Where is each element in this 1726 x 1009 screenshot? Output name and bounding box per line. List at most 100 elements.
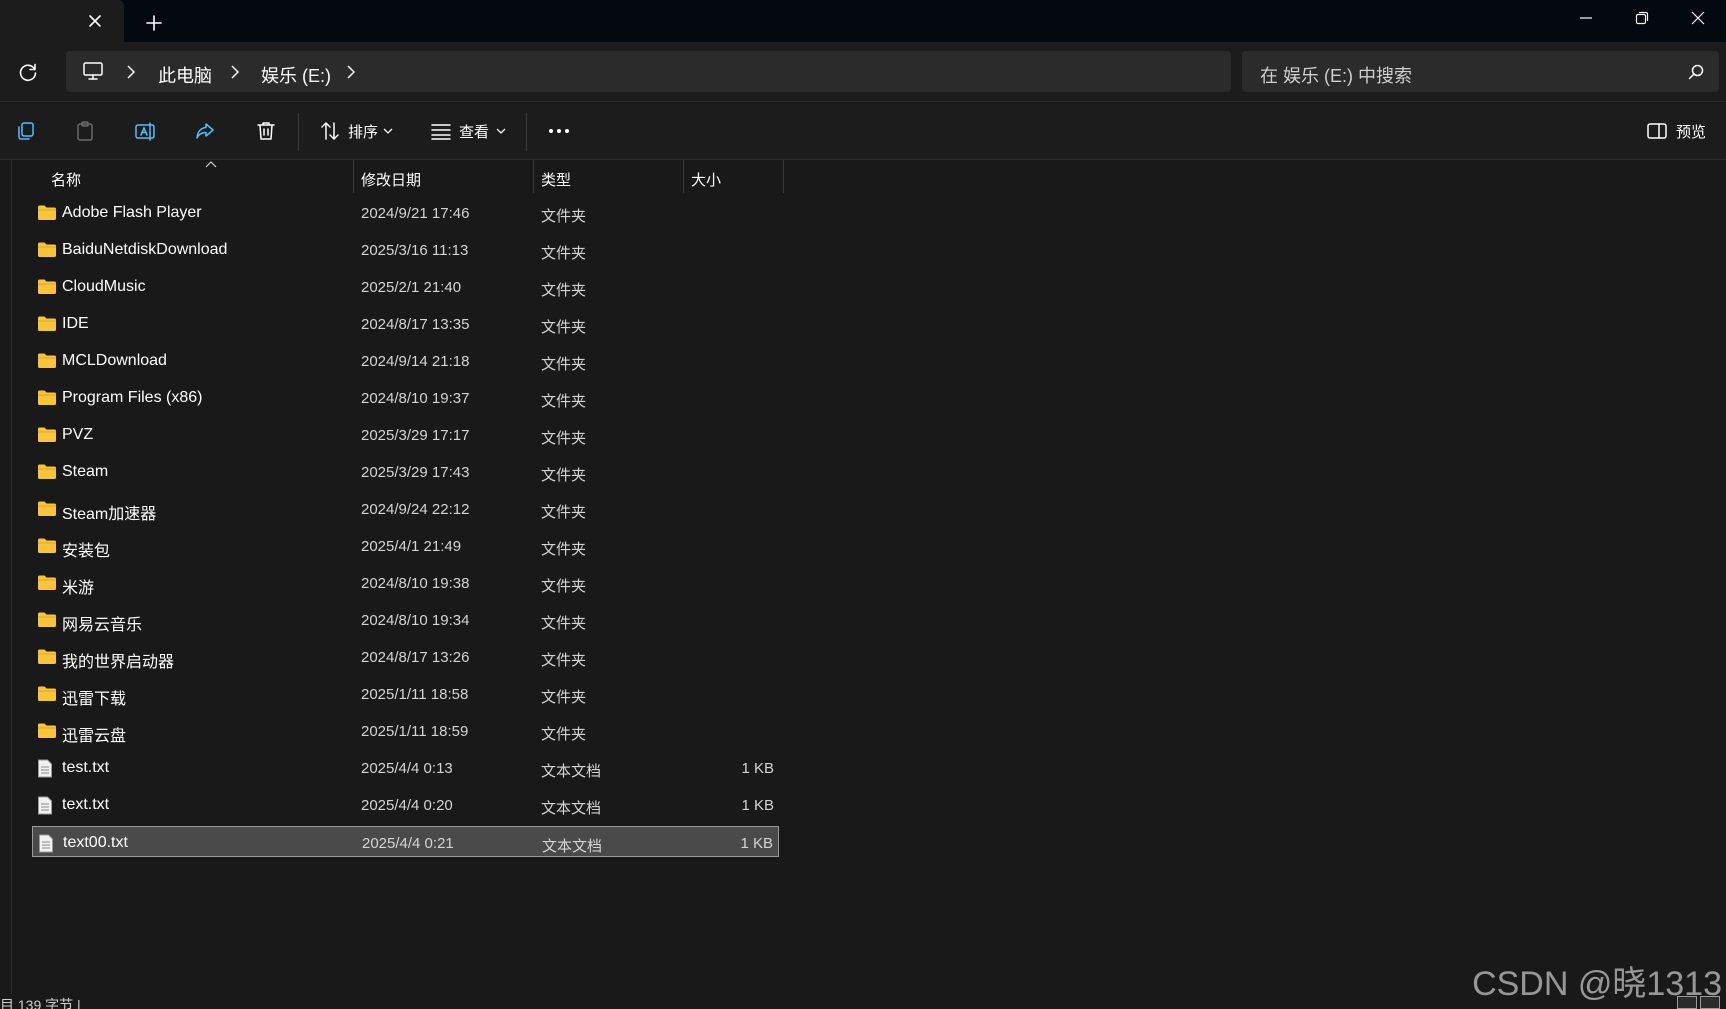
title-bar <box>0 0 1726 42</box>
file-date: 2025/4/4 0:13 <box>361 760 453 777</box>
column-header-name[interactable]: 名称 <box>12 160 354 193</box>
copy-icon[interactable] <box>14 119 38 143</box>
folder-icon <box>37 648 57 670</box>
new-tab-icon[interactable] <box>143 12 165 34</box>
toolbar-divider <box>298 113 299 151</box>
file-type: 文本文档 <box>541 800 602 817</box>
file-type: 文件夹 <box>541 504 587 521</box>
view-button[interactable]: 查看 <box>459 121 489 142</box>
file-date: 2025/4/1 21:49 <box>361 538 462 555</box>
delete-icon[interactable] <box>254 119 278 143</box>
file-date: 2024/9/21 17:46 <box>361 205 470 222</box>
more-icon[interactable] <box>546 121 572 141</box>
file-row[interactable]: text.txt 2025/4/4 0:20 文本文档 1 KB <box>32 789 779 820</box>
file-row[interactable]: 米游 2024/8/10 19:38 文件夹 <box>32 567 779 598</box>
navigation-bar: 此电脑 娱乐 (E:) 在 娱乐 (E:) 中搜索 <box>0 42 1726 102</box>
share-icon[interactable] <box>193 119 217 143</box>
file-type: 文件夹 <box>541 652 587 669</box>
file-name: 迅雷下载 <box>62 691 127 708</box>
file-name: CloudMusic <box>62 278 146 295</box>
file-type: 文件夹 <box>541 319 587 336</box>
file-date: 2025/1/11 18:59 <box>361 723 469 740</box>
file-name: MCLDownload <box>62 352 167 369</box>
folder-icon <box>37 389 57 411</box>
file-size: 1 KB <box>741 760 774 777</box>
file-type: 文件夹 <box>541 208 587 225</box>
file-row[interactable]: 我的世界启动器 2024/8/17 13:26 文件夹 <box>32 641 779 672</box>
file-name: BaiduNetdiskDownload <box>62 241 228 258</box>
computer-icon[interactable] <box>82 61 104 81</box>
file-list: 名称 修改日期 类型 大小 Adobe Flash Player 2024/9/2… <box>0 160 1726 994</box>
file-row[interactable]: 安装包 2025/4/1 21:49 文件夹 <box>32 530 779 561</box>
minimize-button[interactable] <box>1558 0 1614 36</box>
column-header-date[interactable]: 修改日期 <box>354 160 533 193</box>
close-window-button[interactable] <box>1670 0 1726 36</box>
rename-icon[interactable] <box>133 119 157 143</box>
file-type: 文件夹 <box>541 578 587 595</box>
file-row[interactable]: Adobe Flash Player 2024/9/21 17:46 文件夹 <box>32 197 779 228</box>
sort-button[interactable]: 排序 <box>348 121 378 142</box>
folder-icon <box>37 722 57 744</box>
file-row[interactable]: MCLDownload 2024/9/14 21:18 文件夹 <box>32 345 779 376</box>
file-row[interactable]: test.txt 2025/4/4 0:13 文本文档 1 KB <box>32 752 779 783</box>
column-divider[interactable] <box>783 160 784 193</box>
chevron-right-icon[interactable] <box>230 65 240 79</box>
watermark: CSDN @晓1313 <box>1472 965 1722 1003</box>
column-header-size[interactable]: 大小 <box>684 160 783 193</box>
file-name: 安装包 <box>62 543 111 560</box>
preview-button[interactable]: 预览 <box>1676 121 1706 142</box>
file-row[interactable]: 迅雷下载 2025/1/11 18:58 文件夹 <box>32 678 779 709</box>
refresh-icon[interactable] <box>16 61 40 85</box>
file-name: Program Files (x86) <box>62 389 203 406</box>
file-row[interactable]: PVZ 2025/3/29 17:17 文件夹 <box>32 419 779 450</box>
file-row[interactable]: text00.txt 2025/4/4 0:21 文本文档 1 KB <box>32 826 779 857</box>
chevron-down-icon[interactable] <box>496 127 506 135</box>
file-row[interactable]: Steam加速器 2024/9/24 22:12 文件夹 <box>32 493 779 524</box>
restore-icon <box>1635 11 1649 25</box>
chevron-right-icon[interactable] <box>126 65 136 79</box>
close-tab-icon[interactable] <box>84 10 106 32</box>
breadcrumb-this-pc[interactable]: 此电脑 <box>158 62 212 88</box>
restore-button[interactable] <box>1614 0 1670 36</box>
search-box[interactable]: 在 娱乐 (E:) 中搜索 <box>1242 51 1719 92</box>
file-row[interactable]: 网易云音乐 2024/8/10 19:34 文件夹 <box>32 604 779 635</box>
folder-icon <box>37 685 57 707</box>
file-type: 文件夹 <box>541 282 587 299</box>
file-date: 2024/9/24 22:12 <box>361 501 470 518</box>
file-row[interactable]: IDE 2024/8/17 13:35 文件夹 <box>32 308 779 339</box>
file-type: 文件夹 <box>541 356 587 373</box>
file-date: 2025/2/1 21:40 <box>361 279 462 296</box>
file-size: 1 KB <box>741 797 774 814</box>
folder-icon <box>37 426 57 448</box>
folder-icon <box>37 574 57 596</box>
chevron-right-icon[interactable] <box>346 65 356 79</box>
column-header-type-label: 类型 <box>541 172 572 189</box>
file-name: test.txt <box>62 759 110 776</box>
breadcrumb-drive-e[interactable]: 娱乐 (E:) <box>261 62 331 88</box>
file-type: 文本文档 <box>542 838 603 855</box>
chevron-down-icon[interactable] <box>383 127 393 135</box>
file-type: 文件夹 <box>541 689 587 706</box>
preview-pane-icon[interactable] <box>1645 119 1669 143</box>
file-date: 2024/8/10 19:37 <box>361 390 470 407</box>
file-row[interactable]: 迅雷云盘 2025/1/11 18:59 文件夹 <box>32 715 779 746</box>
file-row[interactable]: Steam 2025/3/29 17:43 文件夹 <box>32 456 779 487</box>
view-icon[interactable] <box>429 119 453 143</box>
file-name: 我的世界启动器 <box>62 654 175 671</box>
search-icon[interactable] <box>1687 63 1705 81</box>
tab-current[interactable] <box>0 0 124 42</box>
sort-icon[interactable] <box>318 119 342 143</box>
file-row[interactable]: CloudMusic 2025/2/1 21:40 文件夹 <box>32 271 779 302</box>
paste-icon[interactable] <box>73 119 97 143</box>
folder-icon <box>37 537 57 559</box>
command-bar: 排序 查看 预览 <box>0 103 1726 160</box>
address-bar[interactable]: 此电脑 娱乐 (E:) <box>66 51 1231 92</box>
column-header-type[interactable]: 类型 <box>534 160 683 193</box>
file-name: Steam加速器 <box>62 506 157 523</box>
file-row[interactable]: BaiduNetdiskDownload 2025/3/16 11:13 文件夹 <box>32 234 779 265</box>
file-name: Steam <box>62 463 109 480</box>
sort-ascending-icon <box>205 161 217 168</box>
file-type: 文件夹 <box>541 245 587 262</box>
file-row[interactable]: Program Files (x86) 2024/8/10 19:37 文件夹 <box>32 382 779 413</box>
file-name: 网易云音乐 <box>62 617 143 634</box>
